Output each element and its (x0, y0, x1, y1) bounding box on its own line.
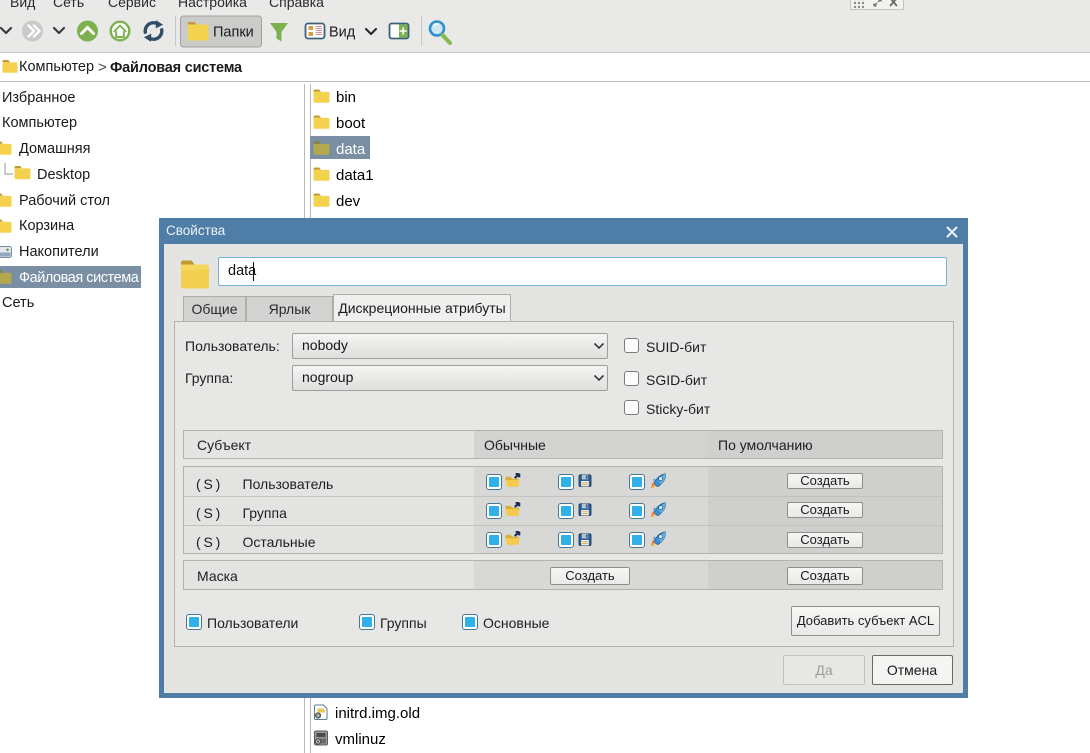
svg-text:Вид: Вид (329, 25, 356, 41)
svg-text:Папки: Папки (213, 25, 254, 41)
